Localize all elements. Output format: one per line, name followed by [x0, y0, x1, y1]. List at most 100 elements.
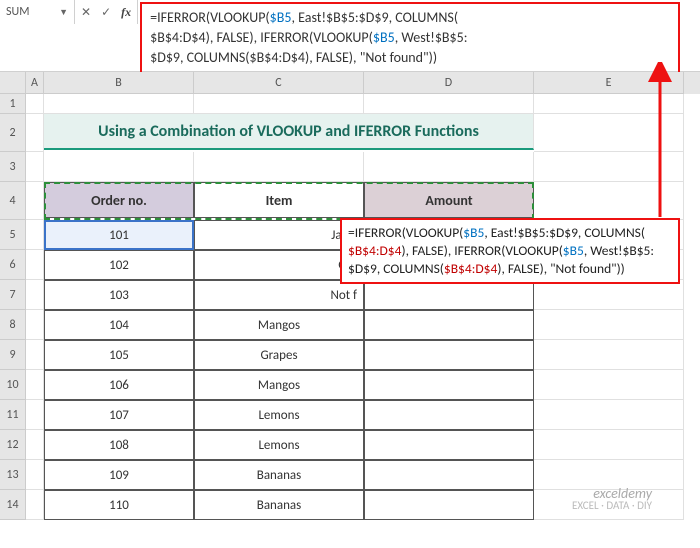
row-header[interactable]: 6 [0, 250, 26, 280]
name-box-value: SUM [6, 5, 29, 19]
cell[interactable] [364, 310, 534, 340]
cell[interactable] [26, 400, 44, 430]
cell[interactable]: Lemons [194, 430, 364, 460]
worksheet-grid: A B C D E 1 2 3 4 5 6 7 8 9 10 11 12 13 … [0, 72, 700, 548]
cell[interactable]: 104 [44, 310, 194, 340]
row-header[interactable]: 11 [0, 400, 26, 430]
select-all-corner[interactable] [0, 72, 26, 94]
row-header[interactable]: 14 [0, 490, 26, 520]
accept-icon[interactable]: ✓ [101, 5, 111, 20]
cell[interactable]: Gra [194, 250, 364, 280]
cell[interactable]: Bananas [194, 460, 364, 490]
cell[interactable] [26, 490, 44, 520]
row-3 [26, 152, 700, 182]
cell[interactable] [364, 430, 534, 460]
cell[interactable] [26, 340, 44, 370]
col-header-c[interactable]: C [194, 72, 364, 94]
cell[interactable]: 109 [44, 460, 194, 490]
cell[interactable] [364, 94, 534, 114]
cell[interactable]: 102 [44, 250, 194, 280]
fx-icon[interactable]: fx [121, 5, 131, 20]
row-header[interactable]: 7 [0, 280, 26, 310]
cell[interactable] [26, 280, 44, 310]
cell[interactable] [364, 340, 534, 370]
cell[interactable]: Mangos [194, 370, 364, 400]
cell[interactable] [26, 152, 44, 182]
row-header[interactable]: 1 [0, 94, 26, 114]
chevron-down-icon[interactable]: ▼ [59, 7, 68, 18]
cell[interactable] [26, 114, 44, 152]
row-header[interactable]: 2 [0, 114, 26, 152]
row-headers: 1 2 3 4 5 6 7 8 9 10 11 12 13 14 [0, 94, 26, 520]
row-header[interactable]: 5 [0, 220, 26, 250]
cell[interactable] [364, 460, 534, 490]
table-row: 106 Mangos [26, 370, 700, 400]
row-header[interactable]: 8 [0, 310, 26, 340]
cell[interactable] [26, 460, 44, 490]
cell[interactable] [26, 182, 44, 220]
cell[interactable] [534, 152, 684, 182]
col-header-e[interactable]: E [534, 72, 684, 94]
header-order-no[interactable]: Order no. [44, 182, 194, 218]
watermark: exceldemy EXCEL · DATA · DIY [572, 488, 652, 512]
cell[interactable] [534, 340, 684, 370]
cell[interactable]: 103 [44, 280, 194, 310]
cell[interactable]: Mangos [194, 310, 364, 340]
cell[interactable] [534, 280, 684, 310]
title-cell[interactable]: Using a Combination of VLOOKUP and IFERR… [44, 114, 534, 150]
cell[interactable] [26, 310, 44, 340]
col-header-b[interactable]: B [44, 72, 194, 94]
cell[interactable]: 105 [44, 340, 194, 370]
table-row: 107 Lemons [26, 400, 700, 430]
cell[interactable] [534, 94, 684, 114]
col-header-d[interactable]: D [364, 72, 534, 94]
col-header-a[interactable]: A [26, 72, 44, 94]
cell[interactable] [26, 250, 44, 280]
cell[interactable]: 107 [44, 400, 194, 430]
cell[interactable] [44, 152, 194, 182]
cell[interactable]: Not f [194, 280, 364, 310]
row-header[interactable]: 9 [0, 340, 26, 370]
row-4-headers: Order no. Item Amount [26, 182, 700, 220]
cell[interactable] [364, 490, 534, 520]
row-header[interactable]: 3 [0, 152, 26, 182]
row-header[interactable]: 10 [0, 370, 26, 400]
cell[interactable] [194, 94, 364, 114]
cell[interactable] [534, 114, 684, 152]
cell[interactable] [534, 370, 684, 400]
cell[interactable] [364, 280, 534, 310]
row-header[interactable]: 13 [0, 460, 26, 490]
cell[interactable] [26, 94, 44, 114]
row-header[interactable]: 12 [0, 430, 26, 460]
cell[interactable] [26, 370, 44, 400]
formula-bar: SUM ▼ ✕ ✓ fx =IFERROR(VLOOKUP($B5, East!… [0, 0, 700, 72]
cell[interactable] [534, 430, 684, 460]
header-amount[interactable]: Amount [364, 182, 534, 218]
cell[interactable]: Jackf [194, 220, 364, 250]
cell[interactable] [26, 220, 44, 250]
cell[interactable]: Bananas [194, 490, 364, 520]
cell[interactable] [364, 152, 534, 182]
cell[interactable] [534, 310, 684, 340]
cancel-icon[interactable]: ✕ [81, 5, 91, 20]
cell[interactable]: 108 [44, 430, 194, 460]
cell-b5-active[interactable]: 101 [44, 220, 194, 250]
formula-bar-buttons: ✕ ✓ fx [75, 0, 138, 24]
cell[interactable]: Lemons [194, 400, 364, 430]
cell[interactable]: 110 [44, 490, 194, 520]
cell[interactable]: 106 [44, 370, 194, 400]
table-row: 108 Lemons [26, 430, 700, 460]
cell[interactable] [534, 400, 684, 430]
cell[interactable] [44, 94, 194, 114]
cell[interactable] [364, 400, 534, 430]
cell[interactable] [26, 430, 44, 460]
name-box[interactable]: SUM ▼ [0, 0, 75, 24]
cell[interactable] [364, 370, 534, 400]
table-row: 105 Grapes [26, 340, 700, 370]
cell[interactable] [194, 152, 364, 182]
formula-input[interactable]: =IFERROR(VLOOKUP($B5, East!$B$5:$D$9, CO… [140, 2, 680, 74]
cell[interactable]: Grapes [194, 340, 364, 370]
header-item[interactable]: Item [194, 182, 364, 218]
cell[interactable] [534, 182, 684, 220]
row-header[interactable]: 4 [0, 182, 26, 220]
